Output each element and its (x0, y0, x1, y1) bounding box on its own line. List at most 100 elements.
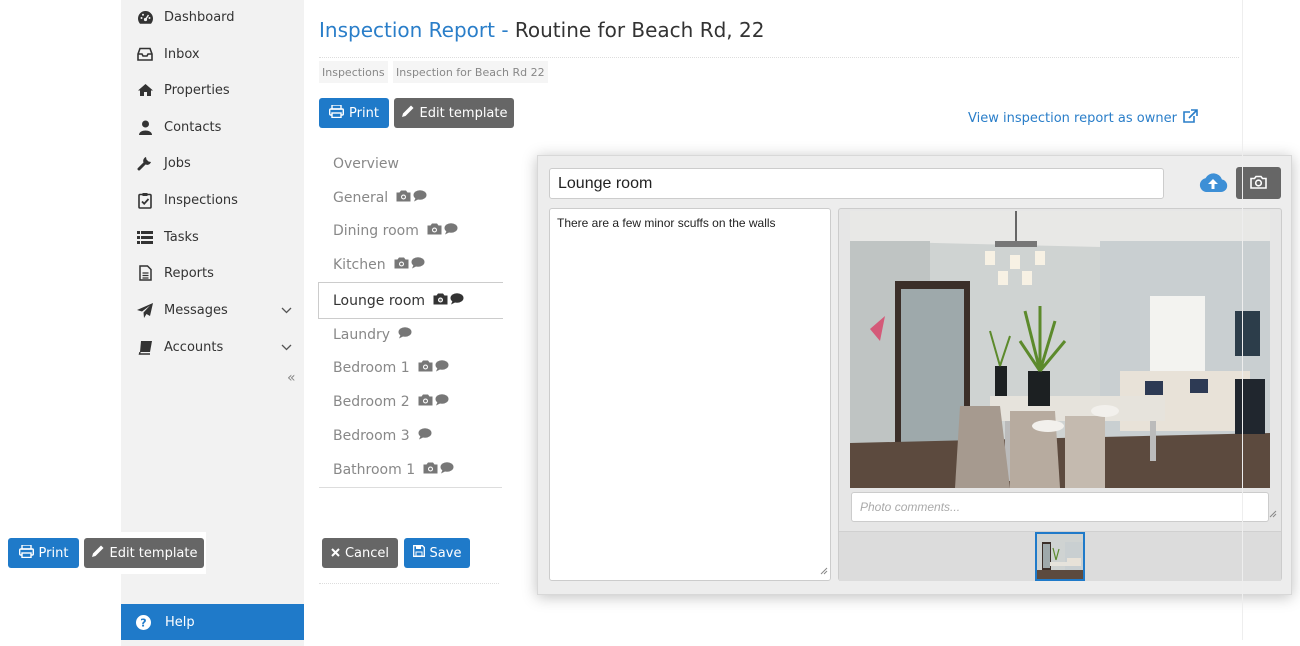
document-icon (136, 264, 154, 282)
external-link-icon (1182, 109, 1198, 128)
camera-icon (394, 257, 409, 273)
close-icon (331, 546, 340, 561)
title-divider (319, 57, 1239, 58)
comment-icon (418, 428, 432, 444)
photo-thumbnail[interactable] (1035, 532, 1085, 581)
sidebar-item-jobs[interactable]: Jobs (121, 146, 304, 180)
sidebar-item-accounts[interactable]: Accounts (121, 330, 304, 364)
save-button[interactable]: Save (404, 538, 470, 568)
wrench-icon (136, 154, 154, 172)
breadcrumb-current[interactable]: Inspection for Beach Rd 22 (393, 61, 548, 83)
room-editor-panel: Lounge room There are a few minor scuffs… (537, 155, 1292, 595)
room-photo[interactable] (850, 211, 1270, 488)
sidebar-item-reports[interactable]: Reports (121, 256, 304, 290)
room-name-input[interactable]: Lounge room (549, 168, 1164, 199)
print-label: Print (38, 545, 69, 561)
room-item[interactable]: General (319, 181, 502, 215)
room-item[interactable]: Bedroom 1 (319, 351, 502, 385)
sidebar-item-messages[interactable]: Messages (121, 293, 304, 327)
room-notes-text: There are a few minor scuffs on the wall… (557, 216, 776, 230)
chevron-down-icon[interactable] (281, 340, 292, 355)
room-item-label: Bedroom 3 (333, 428, 410, 444)
sidebar-item-properties[interactable]: Properties (121, 73, 304, 107)
room-item-label: Kitchen (333, 257, 386, 273)
pencil-icon (401, 104, 415, 122)
resize-handle-icon[interactable] (820, 564, 828, 578)
room-item-indicators (418, 360, 449, 376)
pencil-icon (91, 544, 105, 562)
print-button-floating[interactable]: Print (8, 538, 79, 568)
room-item[interactable]: Dining room (319, 214, 502, 248)
photo-pane: Photo comments... (838, 208, 1282, 581)
edit-template-button-floating[interactable]: Edit template (84, 538, 204, 568)
comment-icon (413, 190, 427, 206)
printer-icon (329, 103, 345, 122)
sidebar-item-label: Jobs (164, 155, 191, 171)
room-item-label: Laundry (333, 327, 391, 343)
question-circle-icon: ? (136, 614, 151, 630)
help-button[interactable]: ? Help (121, 604, 304, 640)
edit-template-label: Edit template (419, 105, 508, 121)
cancel-button[interactable]: Cancel (322, 538, 398, 568)
floppy-disk-icon (412, 545, 425, 561)
sidebar-item-label: Properties (164, 82, 230, 98)
room-item-indicators (427, 223, 458, 239)
view-as-owner-link[interactable]: View inspection report as owner (968, 109, 1198, 128)
page-title-rest: Routine for Beach Rd, 22 (514, 18, 765, 42)
chevron-down-icon[interactable] (281, 303, 292, 318)
room-item-indicators (398, 327, 412, 343)
sidebar-item-inspections[interactable]: Inspections (121, 183, 304, 217)
room-item[interactable]: Laundry (319, 318, 502, 352)
print-button[interactable]: Print (319, 98, 389, 128)
room-item-indicators (394, 257, 425, 273)
svg-text:?: ? (140, 616, 146, 629)
room-item-label: Bedroom 1 (333, 360, 410, 376)
photo-comments-input[interactable]: Photo comments... (851, 492, 1269, 522)
room-item[interactable]: Bedroom 2 (319, 385, 502, 419)
camera-icon (396, 190, 411, 206)
user-icon (136, 118, 154, 136)
room-item-label: Bedroom 2 (333, 394, 410, 410)
cancel-label: Cancel (344, 545, 390, 561)
comment-icon (411, 257, 425, 273)
room-item[interactable]: Bedroom 3 (319, 419, 502, 453)
room-item-label: Dining room (333, 223, 419, 239)
resize-handle-icon[interactable] (1269, 503, 1277, 522)
camera-icon (427, 223, 442, 239)
print-label: Print (349, 105, 379, 121)
room-item[interactable]: Lounge room (318, 282, 503, 319)
room-item-indicators (418, 428, 432, 444)
breadcrumb-inspections[interactable]: Inspections (319, 61, 388, 83)
comment-icon (398, 327, 412, 343)
sidebar-item-label: Inspections (164, 192, 238, 208)
camera-icon (418, 394, 433, 410)
sidebar-item-inbox[interactable]: Inbox (121, 37, 304, 71)
save-label: Save (429, 545, 462, 561)
room-item-indicators (433, 292, 464, 309)
camera-icon (423, 462, 438, 478)
sidebar-item-label: Contacts (164, 119, 222, 135)
page-title-prefix: Inspection Report - (319, 18, 509, 42)
sidebar-item-contacts[interactable]: Contacts (121, 110, 304, 144)
inbox-icon (136, 45, 154, 63)
sidebar-item-label: Tasks (164, 229, 199, 245)
comment-icon (435, 360, 449, 376)
comment-icon (444, 223, 458, 239)
sidebar-item-label: Inbox (164, 46, 200, 62)
sidebar-item-dashboard[interactable]: Dashboard (121, 0, 304, 34)
comment-icon (435, 394, 449, 410)
sidebar-item-tasks[interactable]: Tasks (121, 220, 304, 254)
room-item-indicators (396, 190, 427, 206)
sidebar-item-label: Messages (164, 302, 228, 318)
collapse-sidebar-button[interactable]: « (287, 370, 296, 386)
room-item[interactable]: Bathroom 1 (319, 453, 502, 487)
room-item[interactable]: Overview (319, 147, 502, 181)
room-notes-textarea[interactable]: There are a few minor scuffs on the wall… (549, 208, 831, 581)
sidebar-item-label: Dashboard (164, 9, 235, 25)
room-item-label: Bathroom 1 (333, 462, 416, 478)
room-item[interactable]: Kitchen (319, 248, 502, 282)
edit-template-button[interactable]: Edit template (394, 98, 514, 128)
help-label: Help (165, 614, 195, 630)
cloud-upload-icon[interactable] (1198, 171, 1228, 197)
home-icon (136, 81, 154, 99)
